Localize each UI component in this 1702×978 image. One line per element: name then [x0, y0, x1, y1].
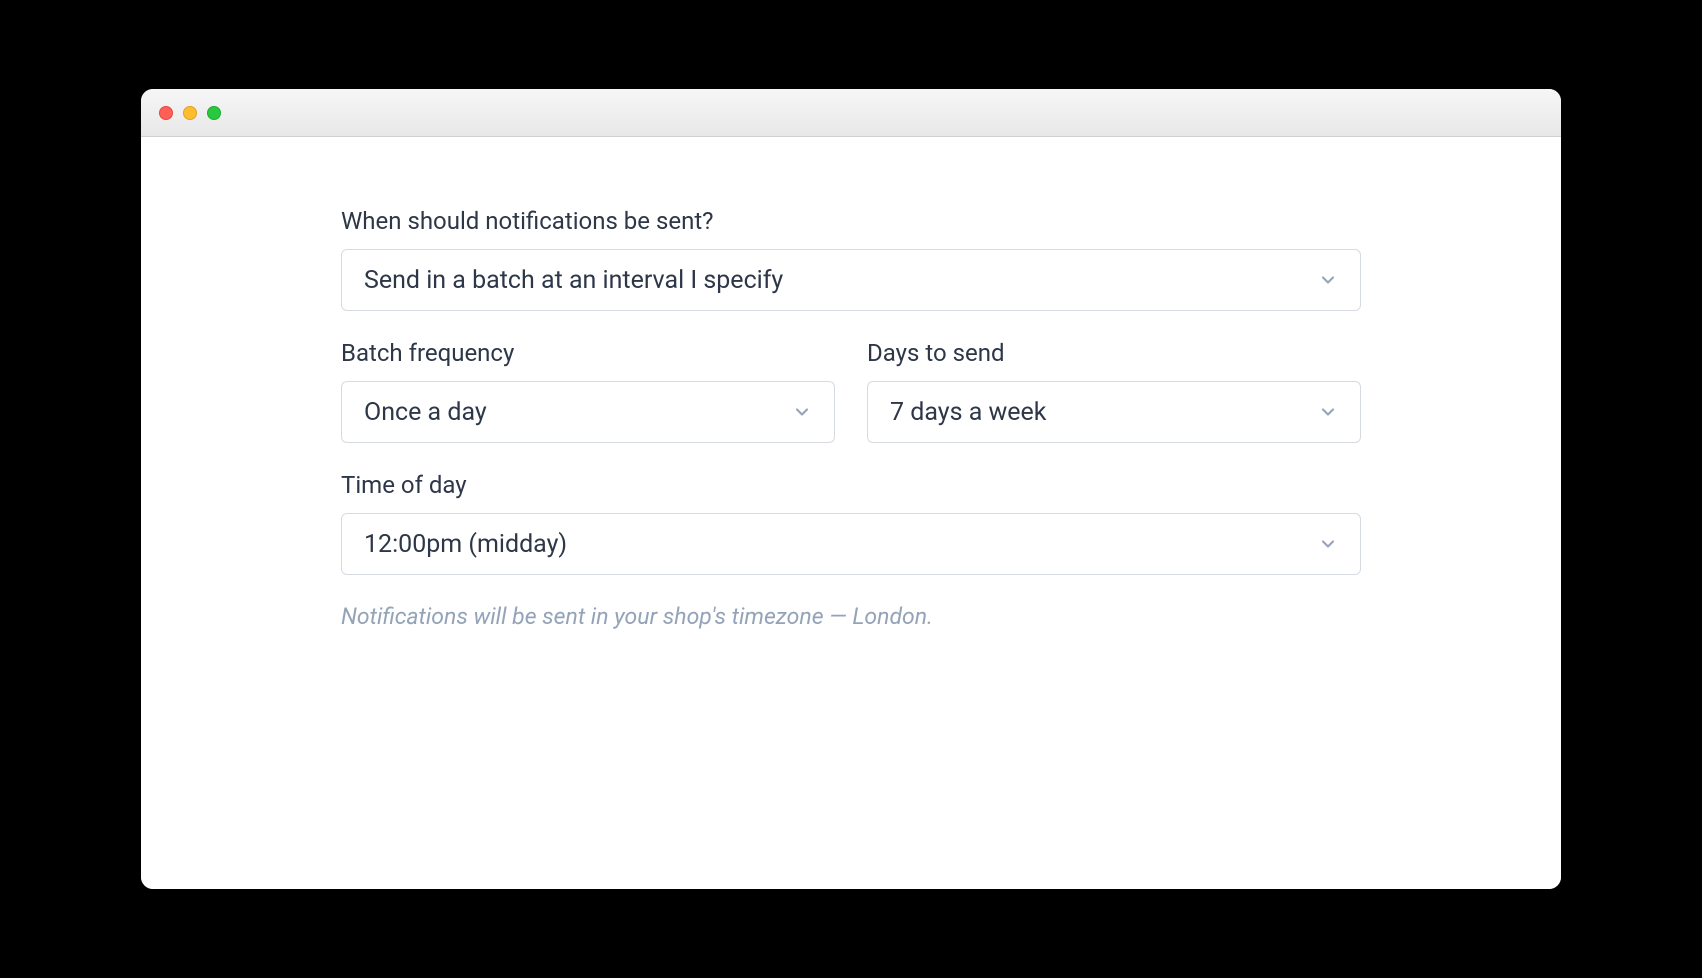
form-content: When should notifications be sent? Send …	[141, 137, 1561, 889]
chevron-down-icon	[1318, 270, 1338, 290]
days-group: Days to send 7 days a week	[867, 339, 1361, 443]
frequency-label: Batch frequency	[341, 339, 835, 367]
window-close-button[interactable]	[159, 106, 173, 120]
when-group: When should notifications be sent? Send …	[341, 207, 1361, 311]
when-select-value: Send in a batch at an interval I specify	[364, 266, 1318, 295]
when-select[interactable]: Send in a batch at an interval I specify	[341, 249, 1361, 311]
time-label: Time of day	[341, 471, 1361, 499]
frequency-select-value: Once a day	[364, 398, 792, 427]
days-select-value: 7 days a week	[890, 398, 1318, 427]
days-label: Days to send	[867, 339, 1361, 367]
time-group: Time of day 12:00pm (midday)	[341, 471, 1361, 575]
window-maximize-button[interactable]	[207, 106, 221, 120]
window-titlebar	[141, 89, 1561, 137]
time-select[interactable]: 12:00pm (midday)	[341, 513, 1361, 575]
frequency-group: Batch frequency Once a day	[341, 339, 835, 443]
window-minimize-button[interactable]	[183, 106, 197, 120]
when-label: When should notifications be sent?	[341, 207, 1361, 235]
timezone-hint: Notifications will be sent in your shop'…	[341, 603, 1361, 630]
frequency-select[interactable]: Once a day	[341, 381, 835, 443]
time-select-value: 12:00pm (midday)	[364, 530, 1318, 559]
chevron-down-icon	[1318, 534, 1338, 554]
chevron-down-icon	[792, 402, 812, 422]
frequency-days-row: Batch frequency Once a day Days to send …	[341, 339, 1361, 471]
days-select[interactable]: 7 days a week	[867, 381, 1361, 443]
app-window: When should notifications be sent? Send …	[141, 89, 1561, 889]
chevron-down-icon	[1318, 402, 1338, 422]
